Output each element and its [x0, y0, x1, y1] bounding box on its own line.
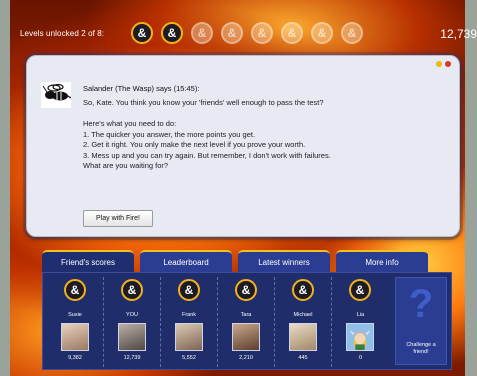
challenge-label: Challenge a friend!: [396, 342, 446, 356]
friends-scores-panel: & Susie 9,382 & YOU 12,739 & Frank 5,552…: [42, 272, 452, 370]
friend-name: Susie: [68, 312, 82, 318]
level-icon-4-locked: &: [221, 22, 243, 44]
friend-score: 445: [298, 355, 308, 361]
friend-card[interactable]: & Michael 445: [275, 277, 332, 367]
level-icon-8-locked: &: [341, 22, 363, 44]
levels-unlocked-label: Levels unlocked 2 of 8:: [20, 29, 105, 38]
tab-more-info[interactable]: More info: [336, 250, 428, 272]
message-body: So, Kate. You think you know your 'frien…: [83, 98, 453, 172]
level-icon-6-locked: &: [281, 22, 303, 44]
wasp-icon: [41, 82, 71, 108]
friend-card[interactable]: & Susie 9,382: [47, 277, 104, 367]
friend-score: 0: [358, 355, 363, 361]
friend-score: 5,552: [182, 355, 196, 361]
friend-avatar: [346, 323, 374, 351]
frame-right: [465, 0, 477, 376]
play-with-fire-button[interactable]: Play with Fire!: [83, 210, 153, 227]
level-badge-icon: &: [292, 279, 314, 301]
friend-avatar: [232, 323, 260, 351]
friend-score: 2,210: [239, 355, 253, 361]
tab-friends-scores[interactable]: Friend's scores: [42, 250, 134, 272]
message-line: So, Kate. You think you know your 'frien…: [83, 98, 324, 107]
challenge-label-line: friend!: [413, 349, 429, 355]
level-icons: & & & & & & & &: [131, 22, 363, 44]
level-badge-icon: &: [349, 279, 371, 301]
message-line: 3. Mess up and you can try again. But re…: [83, 150, 331, 160]
friend-card[interactable]: & Tara 2,210: [218, 277, 275, 367]
total-score: 12,739: [440, 27, 477, 41]
level-badge-icon: &: [121, 279, 143, 301]
tab-latest-winners[interactable]: Latest winners: [238, 250, 330, 272]
friend-card[interactable]: & YOU 12,739: [104, 277, 161, 367]
friend-score: 12,739: [123, 355, 141, 361]
challenge-friend-button[interactable]: ? Challenge a friend!: [395, 277, 447, 365]
speaker-name: Salander (The Wasp) says (15:45):: [83, 84, 200, 93]
score-tabs: Friend's scores Leaderboard Latest winne…: [42, 250, 428, 272]
message-dialog: Salander (The Wasp) says (15:45): So, Ka…: [26, 55, 460, 237]
friend-avatar: [175, 323, 203, 351]
friend-avatar: [289, 323, 317, 351]
level-icon-7-locked: &: [311, 22, 333, 44]
friend-card[interactable]: & Lia 0: [332, 277, 389, 367]
friend-avatar: [61, 323, 89, 351]
level-icon-1[interactable]: &: [131, 22, 153, 44]
message-line: Here's what you need to do:: [83, 119, 177, 128]
level-icon-5-locked: &: [251, 22, 273, 44]
game-stage: Levels unlocked 2 of 8: & & & & & & & & …: [0, 0, 477, 376]
message-line: What are you waiting for?: [83, 161, 169, 170]
friend-name: Michael: [293, 312, 313, 318]
friend-name: Lia: [356, 312, 365, 318]
friend-name: Tara: [240, 312, 252, 318]
frame-left: [0, 0, 10, 376]
friend-name: Frank: [181, 312, 197, 318]
friend-card[interactable]: & Frank 5,552: [161, 277, 218, 367]
dialog-controls: [436, 61, 451, 67]
level-badge-icon: &: [64, 279, 86, 301]
friends-list: & Susie 9,382 & YOU 12,739 & Frank 5,552…: [47, 277, 389, 367]
question-mark-icon: ?: [408, 282, 434, 326]
challenge-label-line: Challenge a: [406, 342, 436, 348]
level-icon-2[interactable]: &: [161, 22, 183, 44]
message-line: 1. The quicker you answer, the more poin…: [83, 129, 256, 139]
level-icon-3-locked: &: [191, 22, 213, 44]
level-badge-icon: &: [235, 279, 257, 301]
friend-score: 9,382: [68, 355, 82, 361]
level-badge-icon: &: [178, 279, 200, 301]
minimize-dot-icon[interactable]: [436, 61, 442, 67]
message-line: 2. Get it right. You only make the next …: [83, 140, 306, 149]
close-dot-icon[interactable]: [445, 61, 451, 67]
friend-avatar: [118, 323, 146, 351]
friend-name: YOU: [126, 312, 138, 318]
tab-leaderboard[interactable]: Leaderboard: [140, 250, 232, 272]
